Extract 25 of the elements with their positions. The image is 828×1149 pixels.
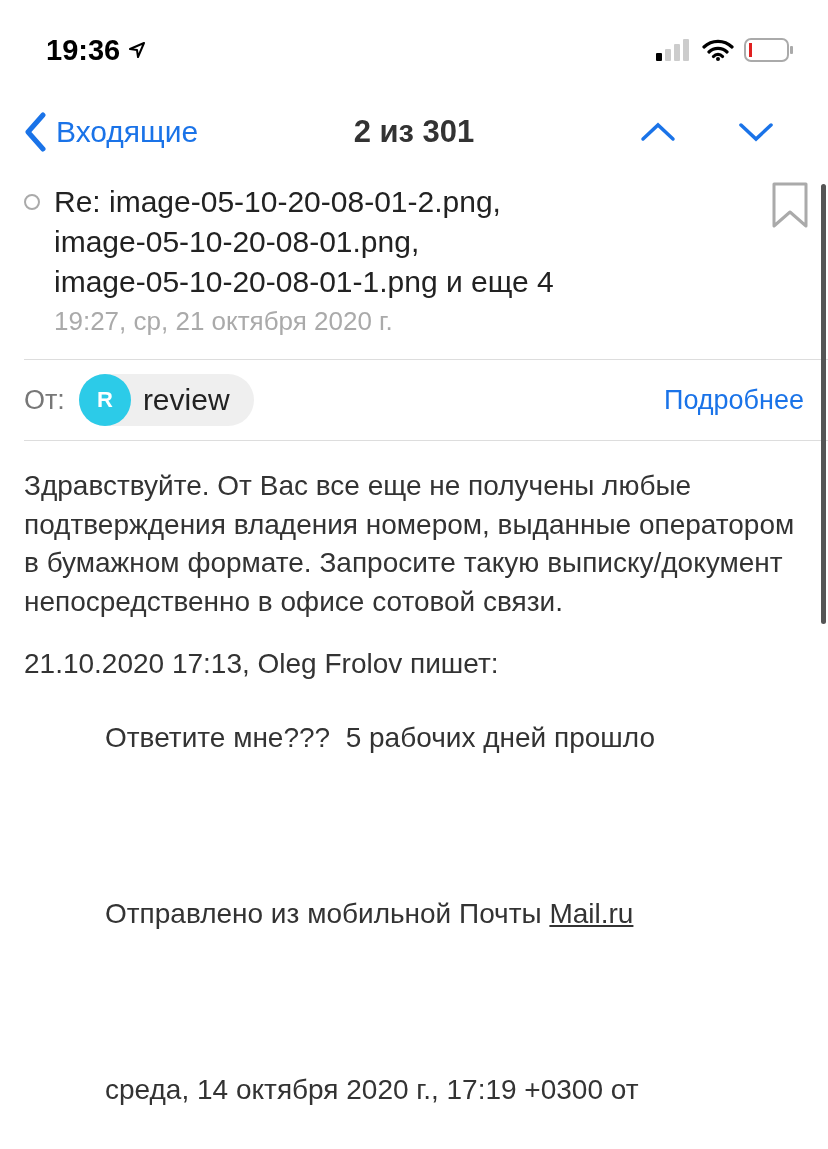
subject-line: image-05-10-20-08-01.png, <box>54 224 421 260</box>
status-time: 19:36 <box>46 33 121 67</box>
quote-header: 21.10.2020 17:13, Oleg Frolov пишет: <box>23 647 500 681</box>
mail-link[interactable]: Mail.ru <box>549 898 634 929</box>
details-link[interactable]: Подробнее <box>663 384 804 416</box>
message-counter: 2 из 301 <box>353 114 475 150</box>
message-body: Здравствуйте. От Вас все еще не получены любые подтверждения владения номером, выданные оператором в бумажном формате. Запросите такую выписку/документ непосредственно в офисе сотовой связи. <box>23 469 796 619</box>
location-icon <box>128 41 147 59</box>
chevron-left-icon <box>24 112 46 152</box>
back-button[interactable]: Входящие <box>24 112 199 152</box>
from-label: От: <box>24 384 65 416</box>
wifi-icon <box>702 39 734 61</box>
subject-line: Re: image-05-10-20-08-01-2.png, <box>54 184 502 220</box>
quoted-text: Ответите мне??? 5 рабочих дней прошло <box>104 721 656 755</box>
quoted-signature: Отправлено из мобильной Почты Mail.ru <box>104 897 635 931</box>
chevron-up-icon[interactable] <box>640 122 676 142</box>
signal-icon <box>656 39 692 61</box>
message-date: 19:27, ср, 21 октября 2020 г. <box>54 306 394 337</box>
subject-line: image-05-10-20-08-01-1.png и еще 4 <box>54 264 555 300</box>
chevron-down-icon[interactable] <box>738 122 774 142</box>
sender-chip[interactable]: R review <box>78 374 254 426</box>
bookmark-icon[interactable] <box>772 182 808 228</box>
sender-avatar: R <box>78 374 131 426</box>
battery-icon <box>744 38 794 62</box>
quoted-text: среда, 14 октября 2020 г., 17:19 +0300 от <box>104 1073 640 1107</box>
